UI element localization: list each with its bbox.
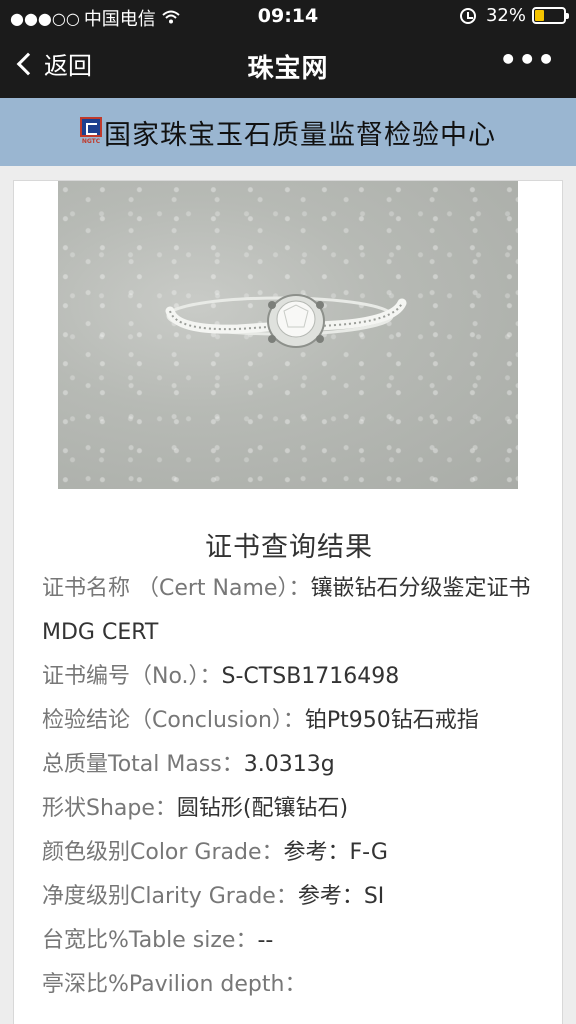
result-heading: 证书查询结果	[205, 532, 373, 563]
detail-value: S-CTSB1716498	[221, 664, 400, 689]
institution-banner: NGTC 国家珠宝玉石质量监督检验中心	[0, 98, 576, 166]
detail-label: 总质量Total Mass：	[42, 752, 244, 777]
detail-pavilion-depth: 亭深比%Pavilion depth：	[42, 963, 538, 1007]
detail-value: 参考：SI	[297, 884, 385, 909]
detail-label: 台宽比%Table size：	[42, 928, 258, 953]
status-bar: ●●●○○ 中国电信 09:14 32%	[0, 0, 576, 32]
battery-icon	[532, 7, 569, 24]
detail-value: 参考：F-G	[283, 840, 388, 865]
detail-label: 证书名称 （Cert Name）：	[42, 576, 311, 601]
detail-label: 亭深比%Pavilion depth：	[42, 972, 307, 997]
institution-name: 国家珠宝玉石质量监督检验中心	[104, 119, 496, 151]
detail-label: 形状Shape：	[42, 796, 177, 821]
detail-total-mass: 总质量Total Mass：3.0313g	[42, 743, 538, 787]
page-title: 珠宝网	[247, 54, 329, 84]
detail-label: 检验结论（Conclusion）：	[42, 708, 305, 733]
institution-logo: NGTC	[80, 117, 102, 147]
ring-photo	[58, 181, 518, 489]
detail-label: 净度级别Clarity Grade：	[42, 884, 298, 909]
logo-text: NGTC	[81, 138, 101, 145]
more-menu-button[interactable]: •••	[499, 46, 556, 74]
detail-value: 圆钻形(配镶钻石)	[176, 796, 349, 821]
detail-shape: 形状Shape：圆钻形(配镶钻石)	[42, 787, 538, 831]
detail-label: 颜色级别Color Grade：	[42, 840, 284, 865]
detail-color-grade: 颜色级别Color Grade：参考：F-G	[42, 831, 538, 875]
detail-conclusion: 检验结论（Conclusion）：铂Pt950钻石戒指	[42, 699, 538, 743]
certificate-card: 证书查询结果 证书名称 （Cert Name）：镶嵌钻石分级鉴定证书MDG CE…	[13, 180, 563, 1024]
status-right: 32%	[459, 5, 569, 26]
alarm-icon	[459, 7, 476, 24]
detail-value: --	[257, 928, 274, 953]
detail-cert-name: 证书名称 （Cert Name）：镶嵌钻石分级鉴定证书MDG CERT	[42, 567, 538, 655]
battery-level	[535, 10, 544, 21]
detail-value: 3.0313g	[243, 752, 335, 777]
detail-cert-number: 证书编号（No.）：S-CTSB1716498	[42, 655, 538, 699]
detail-label: 证书编号（No.）：	[42, 664, 222, 689]
detail-table-size: 台宽比%Table size：--	[42, 919, 538, 963]
nav-bar: 返回 珠宝网 •••	[0, 32, 576, 98]
detail-clarity-grade: 净度级别Clarity Grade：参考：SI	[42, 875, 538, 919]
detail-value: 铂Pt950钻石戒指	[304, 708, 479, 733]
certificate-details: 证书名称 （Cert Name）：镶嵌钻石分级鉴定证书MDG CERT 证书编号…	[42, 567, 538, 1007]
battery-percent: 32%	[485, 5, 526, 26]
